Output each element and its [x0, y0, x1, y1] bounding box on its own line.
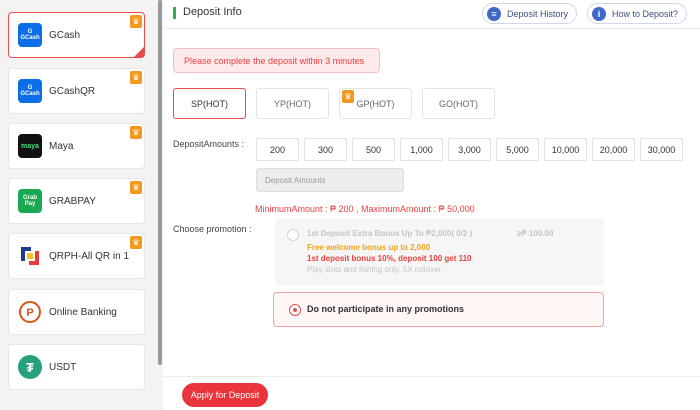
method-label: GRABPAY	[49, 195, 96, 207]
promotion-detail: Play slots and fishing only, 5X rollover	[307, 265, 442, 274]
deposit-amounts-label: DepositAmounts :	[173, 139, 245, 149]
info-icon: i	[592, 6, 606, 21]
channel-tab-label: SP(HOT)	[191, 98, 228, 109]
hot-badge-icon: ♛	[130, 15, 142, 28]
amount-value: 10,000	[551, 144, 580, 155]
header-divider	[163, 28, 700, 29]
method-usdt[interactable]: ₮ USDT	[8, 344, 145, 390]
method-label: GCashQR	[49, 85, 96, 97]
hot-badge-icon: ♛	[130, 236, 142, 249]
online-banking-logo-icon: P	[18, 300, 42, 324]
amount-value: 1,000	[410, 144, 433, 155]
channel-tab-label: GP(HOT)	[356, 98, 395, 109]
promotion-offer-option[interactable]: 1st Deposit Extra Bonus Up To ₱2,000( 0/…	[275, 218, 604, 286]
hot-badge-icon: ♛	[342, 90, 354, 103]
page-title: Deposit Info	[183, 6, 242, 18]
hot-badge-icon: ♛	[130, 181, 142, 194]
footer-divider	[163, 376, 700, 377]
method-label: USDT	[49, 361, 77, 373]
channel-tab-go[interactable]: GO(HOT)	[422, 88, 495, 119]
method-grabpay[interactable]: Grab Pay GRABPAY ♛	[8, 178, 145, 224]
deposit-history-button[interactable]: ≡ Deposit History	[482, 3, 578, 24]
promotion-radio[interactable]	[287, 229, 299, 241]
promotion-title: 1st Deposit Extra Bonus Up To ₱2,000( 0/…	[307, 229, 473, 238]
how-to-deposit-label: How to Deposit?	[612, 8, 679, 19]
amount-option[interactable]: 500	[352, 138, 395, 161]
amount-value: 5,000	[506, 144, 529, 155]
payment-method-sidebar: G GCash GCash ♛ G GCash GCashQR ♛ maya May…	[0, 0, 158, 410]
channel-tab-label: GO(HOT)	[439, 98, 478, 109]
no-promotion-radio[interactable]	[289, 304, 301, 316]
method-gcashqr[interactable]: G GCash GCashQR ♛	[8, 68, 145, 114]
time-limit-notice: Please complete the deposit within 3 min…	[173, 48, 380, 73]
amount-option[interactable]: 300	[304, 138, 347, 161]
hot-badge-icon: ♛	[130, 126, 142, 139]
no-promotion-option[interactable]: Do not participate in any promotions	[273, 292, 604, 327]
svg-text:P: P	[26, 307, 33, 319]
deposit-amount-input[interactable]	[256, 168, 404, 192]
amount-option[interactable]: 10,000	[544, 138, 587, 161]
amount-option[interactable]: 30,000	[640, 138, 683, 161]
gcash-logo-icon: G GCash	[18, 23, 42, 47]
apply-for-deposit-button[interactable]: Apply for Deposit	[182, 383, 268, 407]
grabpay-logo-icon: Grab Pay	[18, 189, 42, 213]
amount-value: 20,000	[599, 144, 628, 155]
method-online-banking[interactable]: P Online Banking	[8, 289, 145, 335]
min-max-amount-text: MinimumAmount : ₱ 200 , MaximumAmount : …	[255, 204, 475, 214]
amount-option[interactable]: 5,000	[496, 138, 539, 161]
how-to-deposit-button[interactable]: i How to Deposit?	[587, 3, 688, 24]
panel-header: Deposit Info ≡ Deposit History i How to …	[163, 0, 700, 28]
amount-value: 500	[365, 144, 382, 155]
promotion-detail: 1st deposit bonus 10%, deposit 100 get 1…	[307, 254, 472, 263]
no-promotion-label: Do not participate in any promotions	[307, 304, 465, 314]
promotion-detail: Free welcome bonus up to 2,000	[307, 243, 431, 252]
amount-option[interactable]: 200	[256, 138, 299, 161]
title-accent-bar	[173, 7, 176, 19]
amount-value: 30,000	[647, 144, 676, 155]
method-gcash[interactable]: G GCash GCash ♛	[8, 12, 145, 58]
amount-value: 200	[269, 144, 286, 155]
channel-tab-label: YP(HOT)	[274, 98, 311, 109]
hot-badge-icon: ♛	[130, 71, 142, 84]
selected-corner-icon	[134, 47, 144, 57]
usdt-logo-icon: ₮	[18, 355, 42, 379]
method-label: QRPH-All QR in 1	[49, 250, 130, 262]
amount-option[interactable]: 1,000	[400, 138, 443, 161]
sidebar-scrollbar[interactable]	[158, 0, 162, 365]
deposit-history-label: Deposit History	[507, 8, 569, 19]
gcash-logo-icon: G GCash	[18, 79, 42, 103]
maya-logo-icon: maya	[18, 134, 42, 158]
amount-option[interactable]: 20,000	[592, 138, 635, 161]
method-label: GCash	[49, 29, 81, 41]
method-maya[interactable]: maya Maya ♛	[8, 123, 145, 169]
amount-value: 3,000	[458, 144, 481, 155]
history-icon: ≡	[487, 6, 501, 21]
method-qrph[interactable]: QRPH-All QR in 1 ♛	[8, 233, 145, 279]
channel-tab-sp[interactable]: SP(HOT)	[173, 88, 246, 119]
promotion-min-amount: ≥₱ 100.00	[517, 229, 554, 238]
deposit-panel: Deposit Info ≡ Deposit History i How to …	[163, 0, 700, 410]
method-label: Online Banking	[49, 306, 117, 318]
amount-option[interactable]: 3,000	[448, 138, 491, 161]
channel-tab-yp[interactable]: YP(HOT)	[256, 88, 329, 119]
channel-tab-gp[interactable]: ♛ GP(HOT)	[339, 88, 412, 119]
choose-promotion-label: Choose promotion :	[173, 224, 252, 234]
amount-value: 300	[317, 144, 334, 155]
method-label: Maya	[49, 140, 74, 152]
qrph-logo-icon	[18, 244, 42, 268]
